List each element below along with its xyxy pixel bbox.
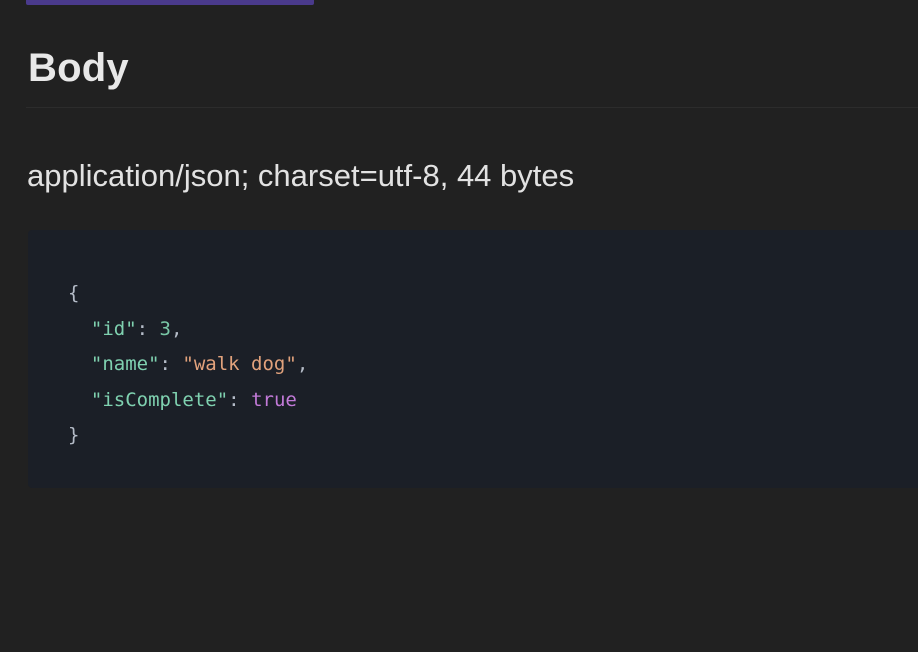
json-separator: : [136,317,160,340]
json-close-brace: } [68,424,80,446]
json-separator: : [159,353,183,375]
json-comma: , [296,353,309,375]
json-key-iscomplete: "isComplete" [90,388,229,411]
json-open-brace: { [68,282,80,304]
response-body-panel: Body application/json; charset=utf-8, 44… [0,0,918,652]
json-value-name: "walk dog" [182,353,297,375]
json-key-name: "name" [90,353,160,375]
tab-accent-bar [26,0,314,5]
json-comma: , [171,317,183,340]
json-code: { "id": 3, "name": "walk dog", "isComple… [68,276,308,454]
json-value-iscomplete: true [251,388,297,411]
content-type-label: application/json; charset=utf-8, 44 byte… [27,158,575,193]
json-code-block[interactable]: { "id": 3, "name": "walk dog", "isComple… [28,230,918,488]
json-value-id: 3 [159,317,171,340]
body-heading: Body [28,46,129,90]
section-divider [26,107,918,108]
json-key-id: "id" [90,317,137,340]
json-separator: : [228,388,252,411]
